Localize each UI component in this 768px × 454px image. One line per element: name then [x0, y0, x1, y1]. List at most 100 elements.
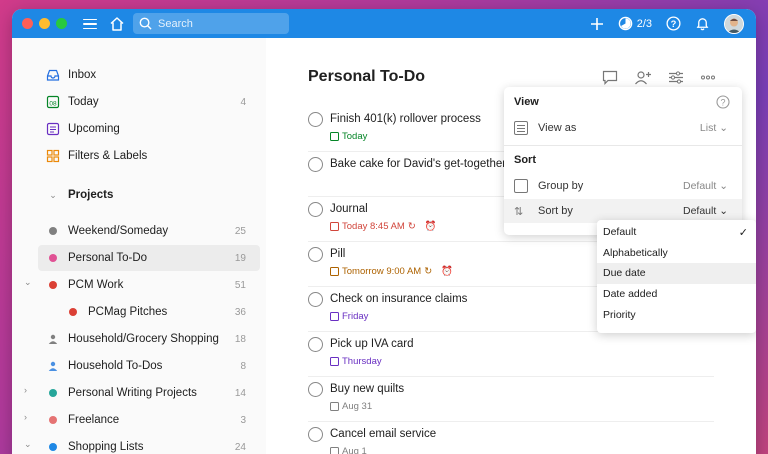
task-due-date[interactable]: Friday [330, 311, 368, 322]
list-view-icon [514, 121, 528, 135]
sidebar-item-pcmag-pitches[interactable]: PCMag Pitches 36 [58, 299, 260, 325]
sidebar-item-pcm-work[interactable]: PCM Work 51 [38, 272, 260, 298]
home-icon[interactable] [109, 16, 125, 32]
search-input[interactable] [158, 17, 278, 30]
search-box[interactable] [133, 13, 289, 34]
task-name[interactable]: Buy new quilts [330, 383, 404, 395]
sidebar-item-label: Household/Grocery Shopping [68, 333, 219, 345]
view-as-value[interactable]: List ⌄ [700, 122, 728, 134]
sidebar-item-label: Personal To-Do [68, 252, 148, 264]
top-bar: 2/3 ? [12, 9, 756, 38]
sidebar-item-weekend-someday[interactable]: Weekend/Someday 25 [38, 218, 260, 244]
task-row[interactable]: Buy new quilts Aug 31 [308, 377, 714, 422]
sort-option-alphabetically[interactable]: Alphabetically [597, 243, 756, 264]
help-icon[interactable]: ? [666, 16, 681, 31]
share-add-person-icon[interactable] [634, 70, 652, 85]
task-name[interactable]: Pill [330, 248, 345, 260]
task-name[interactable]: Check on insurance claims [330, 293, 467, 305]
sidebar-item-freelance[interactable]: Freelance 3 [38, 407, 260, 433]
chevron-down-icon: ⌄ [719, 180, 728, 192]
minimize-window-button[interactable] [39, 18, 50, 29]
svg-text:08: 08 [49, 101, 57, 108]
user-avatar[interactable] [724, 13, 744, 34]
task-due-date[interactable]: Tomorrow 9:00 AM ↻ ⏰ [330, 266, 453, 277]
checkmark-icon: ✓ [738, 226, 748, 239]
chevron-right-icon[interactable]: › [24, 412, 27, 422]
chevron-right-icon[interactable]: › [24, 385, 27, 395]
sort-by-value[interactable]: Default ⌄ [683, 205, 728, 217]
view-as-row[interactable]: View as List ⌄ [504, 116, 742, 140]
task-name[interactable]: Finish 401(k) rollover process [330, 113, 481, 125]
task-complete-checkbox[interactable] [308, 202, 323, 217]
sidebar-item-inbox[interactable]: Inbox [38, 62, 260, 88]
task-complete-checkbox[interactable] [308, 157, 323, 172]
sidebar-item-today[interactable]: 08 Today 4 [38, 89, 260, 115]
task-name[interactable]: Journal [330, 203, 368, 215]
sidebar-item-personal-to-do[interactable]: Personal To-Do 19 [38, 245, 260, 271]
task-complete-checkbox[interactable] [308, 382, 323, 397]
project-color-dot [49, 254, 57, 262]
task-name[interactable]: Pick up IVA card [330, 338, 414, 350]
close-window-button[interactable] [22, 18, 33, 29]
task-name[interactable]: Cancel email service [330, 428, 436, 440]
task-row[interactable]: Cancel email service Aug 1 [308, 422, 714, 454]
sidebar-item-personal-writing[interactable]: Personal Writing Projects 14 [38, 380, 260, 406]
project-header-actions [602, 70, 716, 85]
task-due-date[interactable]: Aug 31 [330, 401, 372, 412]
chevron-down-icon[interactable]: ⌄ [24, 277, 32, 288]
task-name[interactable]: Bake cake for David's get-together [330, 158, 506, 170]
sort-option-priority[interactable]: Priority [597, 304, 756, 325]
svg-text:?: ? [720, 97, 725, 107]
calendar-icon [330, 402, 339, 411]
project-color-dot [69, 308, 77, 316]
task-count: 51 [234, 279, 246, 291]
menu-icon[interactable] [83, 18, 99, 30]
projects-section-header[interactable]: ⌄ Projects [38, 182, 260, 208]
help-icon[interactable]: ? [716, 95, 730, 109]
maximize-window-button[interactable] [56, 18, 67, 29]
task-row[interactable]: Pick up IVA card Thursday [308, 332, 714, 377]
sidebar-item-label: Shopping Lists [68, 441, 144, 453]
task-due-date[interactable]: Today [330, 131, 367, 142]
sort-section-title: Sort [514, 154, 536, 166]
view-as-label: View as [538, 122, 577, 134]
sort-option-default[interactable]: Default ✓ [597, 222, 756, 243]
task-count: 8 [240, 360, 246, 372]
sidebar-item-filters-labels[interactable]: Filters & Labels [38, 143, 260, 169]
group-by-value[interactable]: Default ⌄ [683, 180, 728, 192]
task-complete-checkbox[interactable] [308, 292, 323, 307]
calendar-icon [330, 267, 339, 276]
more-options-icon[interactable] [700, 70, 716, 85]
task-due-date[interactable]: Aug 1 [330, 446, 367, 454]
task-complete-checkbox[interactable] [308, 337, 323, 352]
task-due-date[interactable]: Thursday [330, 356, 382, 367]
calendar-icon [330, 312, 339, 321]
sort-option-due-date[interactable]: Due date [597, 263, 756, 284]
sidebar-item-household-grocery[interactable]: Household/Grocery Shopping 18 [38, 326, 260, 352]
search-icon [139, 17, 152, 30]
sort-option-date-added[interactable]: Date added [597, 284, 756, 305]
sidebar-item-shopping-lists[interactable]: Shopping Lists 24 [38, 434, 260, 454]
task-count: 36 [234, 306, 246, 318]
add-task-icon[interactable] [590, 17, 604, 31]
sidebar-item-upcoming[interactable]: Upcoming [38, 116, 260, 142]
sidebar-item-label: Household To-Dos [68, 360, 163, 372]
task-complete-checkbox[interactable] [308, 112, 323, 127]
group-by-row[interactable]: Group by Default ⌄ [504, 174, 742, 198]
view-options-sliders-icon[interactable] [668, 70, 684, 85]
recurring-icon: ↻ [424, 266, 433, 277]
filters-grid-icon [46, 149, 60, 163]
notifications-bell-icon[interactable] [695, 16, 710, 31]
chevron-down-icon[interactable]: ⌄ [24, 439, 32, 450]
task-count: 19 [234, 252, 246, 264]
project-color-dot [49, 227, 57, 235]
task-complete-checkbox[interactable] [308, 427, 323, 442]
comments-icon[interactable] [602, 70, 618, 85]
sidebar-item-household-to-dos[interactable]: Household To-Dos 8 [38, 353, 260, 379]
karma-progress[interactable]: 2/3 [618, 16, 652, 31]
task-due-date[interactable]: Today 8:45 AM ↻ ⏰ [330, 221, 437, 232]
task-complete-checkbox[interactable] [308, 247, 323, 262]
karma-text: 2/3 [636, 17, 652, 30]
task-count: 25 [234, 225, 246, 237]
inbox-icon [46, 68, 60, 82]
